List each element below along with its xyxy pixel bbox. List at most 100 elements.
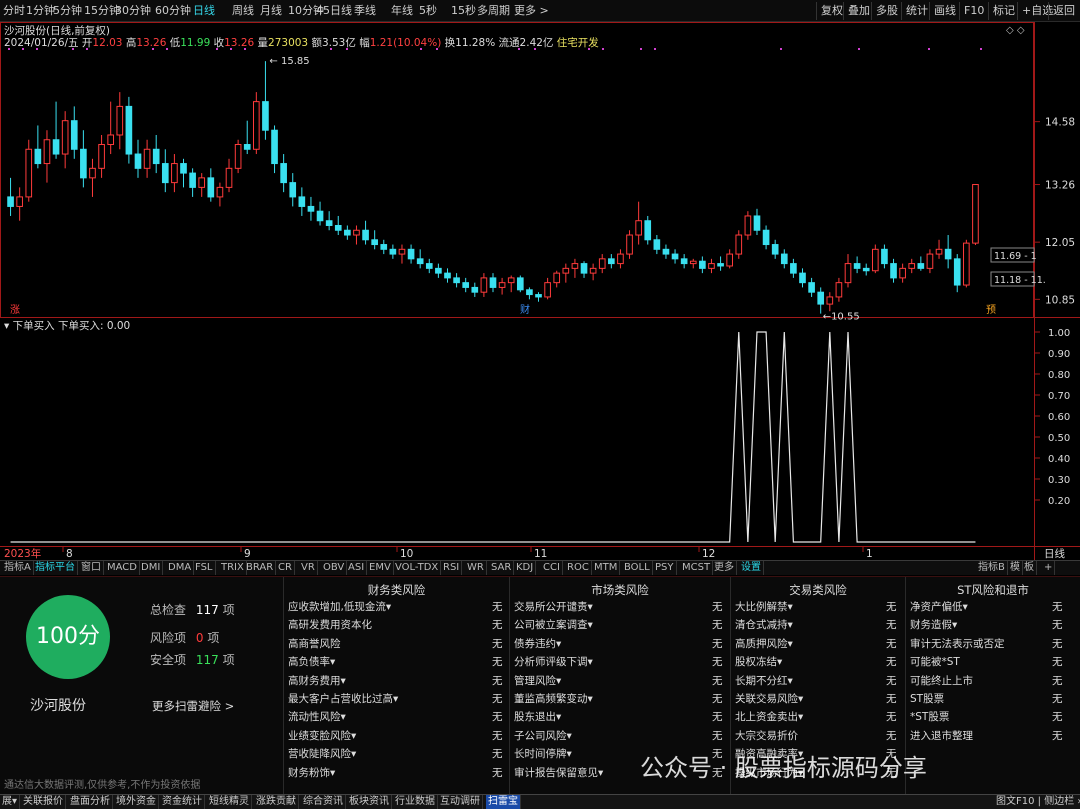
risk-item[interactable]: 流动性风险▾	[288, 709, 346, 724]
indicator-tab-19[interactable]: CCI	[541, 561, 563, 575]
risk-item[interactable]: 长时间停牌▾	[514, 746, 572, 761]
time-axis-label: 日线	[1044, 547, 1066, 560]
collapse-icon[interactable]: ▾	[4, 320, 9, 332]
risk-item[interactable]: *ST股票	[910, 709, 949, 724]
indicator-tab-1[interactable]: 指标平台	[33, 561, 78, 575]
risk-item[interactable]: 北上资金卖出▾	[735, 709, 803, 724]
risk-item[interactable]: 审计报告保留意见▾	[514, 765, 603, 780]
risk-item[interactable]: 营收陡降风险▾	[288, 746, 356, 761]
sector-value[interactable]: 住宅开发	[557, 37, 599, 49]
risk-item[interactable]: 股权冻结▾	[735, 654, 782, 669]
risk-item[interactable]: ST股票	[910, 691, 944, 706]
risk-item[interactable]: 债券违约▾	[514, 636, 561, 651]
risk-item[interactable]: 进入退市整理	[910, 728, 973, 743]
indicator-tab-7[interactable]: TRIX	[219, 561, 247, 575]
candle	[617, 253, 624, 265]
indicator-tab-23[interactable]: PSY	[653, 561, 677, 575]
bottom-tab-3[interactable]: 境外资金	[114, 795, 159, 809]
risk-item[interactable]: 财务粉饰▾	[288, 765, 335, 780]
indicator-tab-17[interactable]: SAR	[489, 561, 515, 575]
risk-item[interactable]: 清仓式减持▾	[735, 617, 793, 632]
indicator-tab-6[interactable]: FSL	[193, 561, 216, 575]
indicator-name[interactable]: 下单买入	[13, 320, 55, 332]
candle	[662, 248, 670, 255]
bottom-right-links[interactable]: 图文F10 | 侧边栏 »	[994, 795, 1080, 809]
risk-item[interactable]: 业绩变脸风险▾	[288, 728, 356, 743]
bottom-tab-8[interactable]: 板块资讯	[347, 795, 392, 809]
risk-item[interactable]: 子公司风险▾	[514, 728, 572, 743]
risk-item[interactable]: 董监高频繁变动▾	[514, 691, 593, 706]
candle	[207, 177, 215, 198]
more-scan-link[interactable]: 更多扫雷避险 >	[152, 698, 234, 714]
indicator-tab-3[interactable]: MACD	[105, 561, 140, 575]
risk-item[interactable]: 可能被*ST	[910, 654, 960, 669]
risk-item-unit: 项	[207, 631, 220, 645]
risk-item[interactable]: 交易所公开谴责▾	[514, 599, 593, 614]
indicator-tab-21[interactable]: MTM	[592, 561, 621, 575]
indicator-tab-0[interactable]: 指标A	[2, 561, 34, 575]
indicator-tab-22[interactable]: BOLL	[622, 561, 653, 575]
risk-item[interactable]: 高负债率▾	[288, 654, 335, 669]
bottom-tab-1[interactable]: 关联报价	[21, 795, 66, 809]
risk-item[interactable]: 分析师评级下调▾	[514, 654, 593, 669]
bottom-tab-11[interactable]: 扫雷宝	[486, 795, 521, 809]
risk-item[interactable]: 审计无法表示或否定	[910, 636, 1005, 651]
bottom-tab-9[interactable]: 行业数据	[393, 795, 438, 809]
bottom-tab-10[interactable]: 互动调研	[438, 795, 483, 809]
safe-item-label: 安全项	[150, 653, 187, 667]
bottom-tab-0[interactable]: 展▾	[0, 795, 21, 809]
bottom-tab-4[interactable]: 资金统计	[160, 795, 205, 809]
risk-item[interactable]: 管理风险▾	[514, 673, 561, 688]
risk-item[interactable]: 大宗交易折价	[735, 728, 798, 743]
bottom-tab-7[interactable]: 综合资讯	[301, 795, 346, 809]
risk-item-status: 无	[1052, 674, 1063, 687]
indicator-tab-18[interactable]: KDJ	[514, 561, 537, 575]
indicator-tab-14[interactable]: VOL-TDX	[393, 561, 442, 575]
risk-item[interactable]: 关联交易风险▾	[735, 691, 803, 706]
indicator-tab-16[interactable]: WR	[465, 561, 487, 575]
indicator-tab-11[interactable]: OBV	[321, 561, 348, 575]
risk-item[interactable]: 应收款增加,低现金流▾	[288, 599, 391, 614]
risk-item[interactable]: 高商誉风险	[288, 636, 341, 651]
risk-item[interactable]: 可能终止上市	[910, 673, 973, 688]
kline-chart-area[interactable]: ← 15.85 ←10.55 涨 财 预 11.69 - 1 11.18 - 11. 1.0…	[0, 0, 1080, 560]
indicator-tab-9[interactable]: CR	[276, 561, 295, 575]
risk-item[interactable]: 高质押风险▾	[735, 636, 793, 651]
indicator-right-tab-1[interactable]: 模	[1008, 561, 1023, 575]
risk-item[interactable]: 财务造假▾	[910, 617, 957, 632]
indicator-tab-12[interactable]: ASI	[346, 561, 368, 575]
time-axis-label: 11	[534, 548, 547, 560]
bottom-tab-2[interactable]: 盘面分析	[68, 795, 113, 809]
risk-item[interactable]: 净资产偏低▾	[910, 599, 968, 614]
risk-column-title: ST风险和退市	[957, 583, 1029, 597]
signal-axis-label: 0.50	[1048, 433, 1070, 444]
risk-item[interactable]: 高财务费用▾	[288, 673, 346, 688]
indicator-right-tab-0[interactable]: 指标B	[976, 561, 1008, 575]
risk-item-status: 无	[712, 693, 723, 705]
indicator-tab-26[interactable]: 设置	[739, 561, 764, 575]
indicator-tab-5[interactable]: DMA	[166, 561, 195, 575]
vol-value: 273003	[268, 37, 309, 49]
indicator-right-tab-3[interactable]: +	[1042, 561, 1056, 575]
bottom-tab-5[interactable]: 短线精灵	[207, 795, 252, 809]
indicator-tab-13[interactable]: EMV	[367, 561, 394, 575]
risk-item[interactable]: 股东退出▾	[514, 709, 561, 724]
risk-item[interactable]: 长期不分红▾	[735, 673, 793, 688]
indicator-tab-4[interactable]: DMI	[139, 561, 164, 575]
indicator-tab-8[interactable]: BRAR	[244, 561, 277, 575]
risk-item[interactable]: 高研发费用资本化	[288, 617, 372, 632]
indicator-tab-25[interactable]: 更多	[712, 561, 737, 575]
low-label: 低	[169, 37, 181, 49]
indicator-tab-10[interactable]: VR	[299, 561, 318, 575]
risk-item[interactable]: 大比例解禁▾	[735, 599, 793, 614]
indicator-tab-24[interactable]: MCST	[680, 561, 714, 575]
indicator-tab-15[interactable]: RSI	[441, 561, 463, 575]
bottom-tab-6[interactable]: 涨跌贡献	[254, 795, 299, 809]
window-controls[interactable]: ◇ ◇	[1006, 25, 1025, 36]
risk-item[interactable]: 最大客户占营收比过高▾	[288, 691, 398, 706]
candle	[425, 263, 433, 269]
indicator-tab-20[interactable]: ROC	[565, 561, 592, 575]
indicator-right-tab-2[interactable]: 板	[1022, 561, 1037, 575]
indicator-tab-2[interactable]: 窗口	[79, 561, 104, 575]
risk-item[interactable]: 公司被立案调查▾	[514, 617, 593, 632]
